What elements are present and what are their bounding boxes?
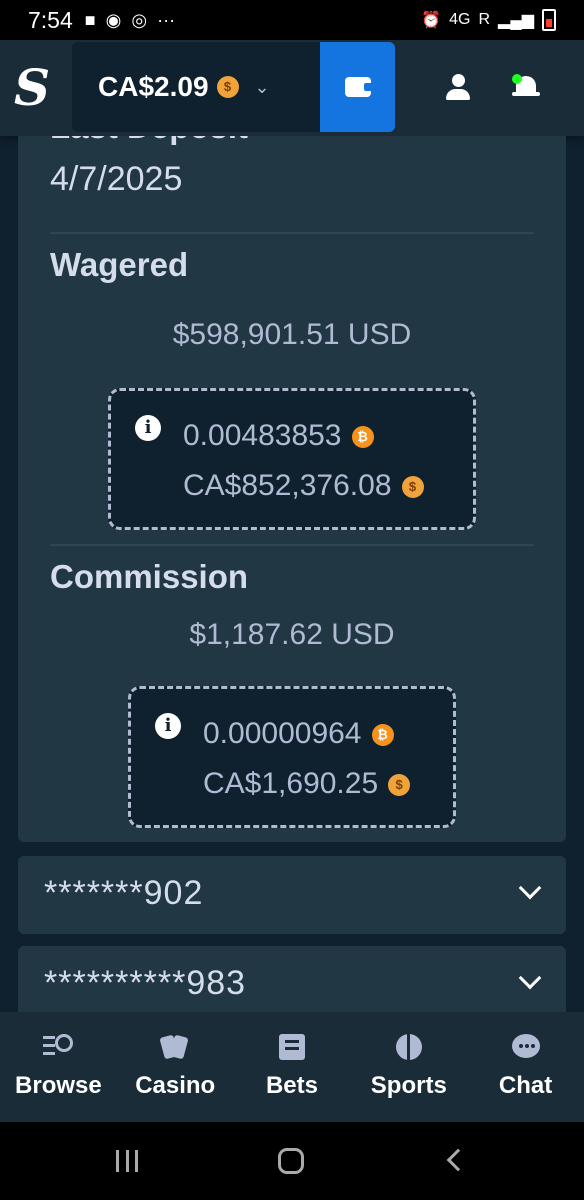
cad-coin-icon: $ — [388, 774, 411, 797]
nav-browse[interactable]: Browse — [0, 1012, 117, 1122]
nav-chat[interactable]: Chat — [467, 1012, 584, 1122]
commission-cad-row: CA$1,690.25 $ — [203, 767, 411, 801]
notifications-icon[interactable] — [512, 72, 540, 102]
balance-amount: CA$2.09 — [98, 71, 209, 102]
messenger-icon: ◉ — [105, 9, 122, 30]
back-icon[interactable] — [446, 1148, 470, 1172]
nav-casino[interactable]: Casino — [117, 1012, 234, 1122]
wagered-btc-row: 0.00483853 ₿ — [183, 419, 374, 453]
message-icon: ■ — [84, 9, 96, 30]
nav-sports[interactable]: Sports — [350, 1012, 467, 1122]
android-nav-bar — [0, 1122, 584, 1200]
wagered-cad-row: CA$852,376.08 $ — [183, 469, 424, 503]
nav-bets[interactable]: Bets — [234, 1012, 351, 1122]
commission-btc: 0.00000964 — [203, 717, 362, 750]
network-type: 4G — [449, 11, 471, 28]
nav-label: Casino — [135, 1072, 216, 1099]
commission-label: Commission — [50, 558, 249, 595]
btc-coin-icon: ₿ — [371, 724, 394, 747]
divider — [50, 232, 534, 234]
commission-cad: CA$1,690.25 — [203, 767, 379, 800]
info-icon[interactable]: i — [135, 415, 161, 441]
recent-apps-icon[interactable] — [116, 1150, 138, 1172]
nav-label: Chat — [498, 1072, 553, 1099]
logo[interactable]: S — [12, 58, 52, 118]
nav-label: Browse — [15, 1072, 102, 1099]
wallet-icon — [344, 77, 373, 97]
home-icon[interactable] — [278, 1148, 304, 1174]
wagered-usd: $598,901.51 USD — [172, 318, 412, 351]
cad-coin-icon: $ — [216, 76, 239, 98]
chevron-down-icon: ⌄ — [254, 76, 270, 97]
account-masked-id: **********983 — [44, 964, 247, 1002]
chevron-down-icon[interactable] — [518, 966, 542, 990]
info-icon[interactable]: i — [155, 713, 181, 739]
top-bar: S CA$2.09 $ ⌄ — [0, 40, 584, 136]
last-deposit-value: 4/7/2025 — [50, 160, 183, 198]
divider — [50, 544, 534, 546]
browse-icon — [43, 1032, 74, 1062]
nav-label: Bets — [265, 1072, 318, 1099]
cad-coin-icon: $ — [401, 476, 424, 499]
status-time: 7:54 — [28, 6, 73, 33]
more-notifications-icon: ··· — [157, 9, 176, 30]
nav-label: Sports — [370, 1072, 447, 1099]
wagered-btc: 0.00483853 — [183, 419, 342, 452]
account-accordion[interactable]: **********983 — [18, 946, 566, 1012]
battery-icon — [542, 9, 556, 31]
signal-icon: ▂▄▆ — [498, 12, 534, 29]
chevron-down-icon[interactable] — [518, 876, 542, 900]
affiliate-stats-card: Last Deposit 4/7/2025 Wagered $598,901.5… — [18, 136, 566, 842]
account-accordion[interactable]: *******902 — [18, 856, 566, 934]
online-indicator — [512, 74, 522, 84]
commission-breakdown: i 0.00000964 ₿ CA$1,690.25 $ — [128, 686, 456, 828]
commission-btc-row: 0.00000964 ₿ — [203, 717, 394, 751]
wallet-button[interactable] — [320, 42, 395, 132]
sync-icon: ◎ — [131, 9, 148, 30]
signal-label: R — [478, 11, 491, 28]
basketball-icon — [394, 1032, 424, 1062]
chat-icon — [511, 1032, 541, 1062]
balance-selector[interactable]: CA$2.09 $ ⌄ — [72, 42, 320, 132]
wagered-label: Wagered — [50, 246, 189, 283]
bottom-nav: Browse Casino Bets Sports Chat — [0, 1012, 584, 1122]
main-content: Last Deposit 4/7/2025 Wagered $598,901.5… — [0, 136, 584, 1012]
account-masked-id: *******902 — [44, 874, 204, 912]
wagered-breakdown: i 0.00483853 ₿ CA$852,376.08 $ — [108, 388, 476, 530]
commission-usd: $1,187.62 USD — [189, 618, 395, 651]
betslip-icon — [277, 1032, 307, 1062]
last-deposit-label: Last Deposit — [50, 136, 248, 146]
user-icon[interactable] — [444, 74, 472, 102]
status-bar: 7:54 ■ ◉ ◎ ··· ⏰ 4G R ▂▄▆ — [0, 0, 584, 40]
cards-icon — [160, 1032, 190, 1062]
btc-coin-icon: ₿ — [351, 426, 374, 449]
alarm-icon: ⏰ — [421, 12, 442, 29]
wagered-cad: CA$852,376.08 — [183, 469, 392, 502]
